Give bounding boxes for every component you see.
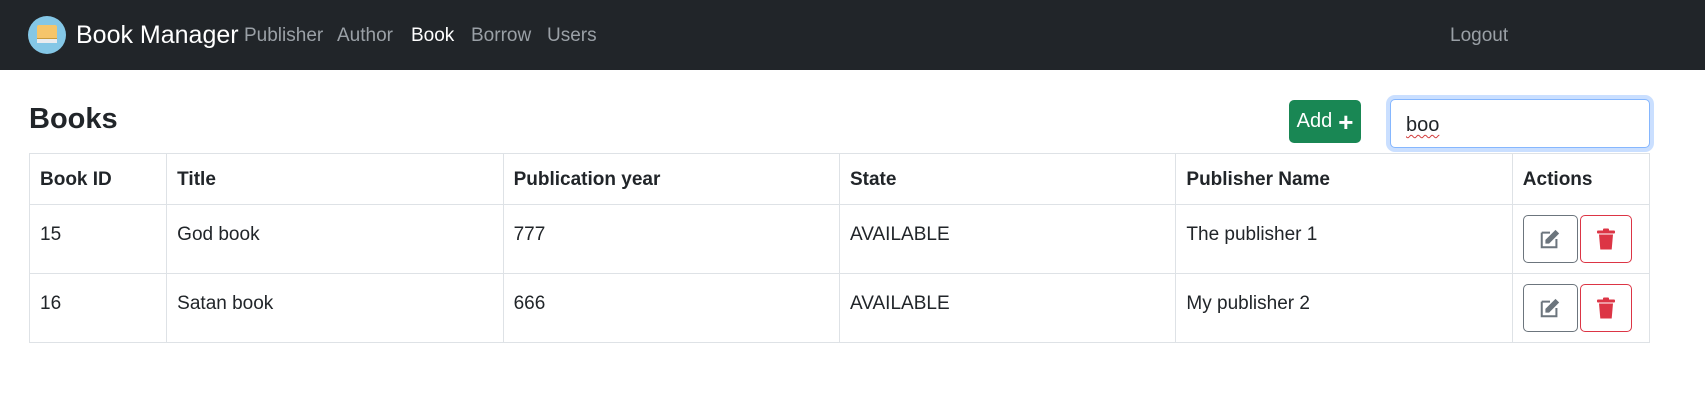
search-input[interactable]: boo	[1390, 99, 1650, 148]
cell-year: 777	[502, 204, 840, 274]
delete-button[interactable]	[1579, 284, 1632, 332]
plus-icon: +	[1338, 106, 1354, 137]
table-row: 15 God book 777 AVAILABLE The publisher …	[28, 204, 1651, 274]
add-button-label: Add	[1296, 110, 1333, 132]
brand-title: Book Manager	[76, 21, 239, 49]
trash-icon	[1596, 228, 1615, 250]
books-table: Book ID Title Publication year State Pub…	[28, 153, 1651, 343]
logout-link[interactable]: Logout	[1450, 24, 1508, 48]
book-icon	[28, 16, 66, 54]
edit-icon	[1541, 229, 1560, 249]
column-header-state: State	[838, 153, 1177, 205]
table-row: 16 Satan book 666 AVAILABLE My publisher…	[28, 273, 1651, 343]
nav-book[interactable]: Book	[411, 24, 454, 48]
cell-state: AVAILABLE	[838, 204, 1177, 274]
cell-actions	[1511, 273, 1651, 343]
cell-book-id: 16	[28, 273, 168, 343]
column-header-publisher-name: Publisher Name	[1175, 153, 1513, 205]
column-header-publication-year: Publication year	[502, 153, 840, 205]
column-header-book-id: Book ID	[28, 153, 168, 205]
cell-title: Satan book	[166, 273, 504, 343]
nav-author[interactable]: Author	[337, 24, 393, 48]
edit-icon	[1541, 298, 1560, 318]
cell-book-id: 15	[28, 204, 168, 274]
cell-title: God book	[166, 204, 504, 274]
cell-year: 666	[502, 273, 840, 343]
nav-borrow[interactable]: Borrow	[471, 24, 531, 48]
edit-button[interactable]	[1522, 215, 1578, 263]
cell-state: AVAILABLE	[838, 273, 1177, 343]
column-header-title: Title	[166, 153, 504, 205]
cell-publisher: My publisher 2	[1175, 273, 1513, 343]
column-header-actions: Actions	[1511, 153, 1651, 205]
brand-link[interactable]: Book Manager	[28, 15, 239, 55]
page-title: Books	[29, 103, 118, 135]
nav-users[interactable]: Users	[547, 24, 597, 48]
nav-publisher[interactable]: Publisher	[244, 24, 323, 48]
delete-button[interactable]	[1579, 215, 1632, 263]
trash-icon	[1596, 297, 1615, 319]
search-input-value: boo	[1406, 114, 1440, 136]
edit-button[interactable]	[1522, 284, 1578, 332]
navbar: Book Manager Publisher Author Book Borro…	[0, 0, 1705, 70]
table-header-row: Book ID Title Publication year State Pub…	[28, 153, 1651, 205]
cell-publisher: The publisher 1	[1175, 204, 1513, 274]
cell-actions	[1511, 204, 1651, 274]
add-book-button[interactable]: Add +	[1289, 100, 1361, 143]
